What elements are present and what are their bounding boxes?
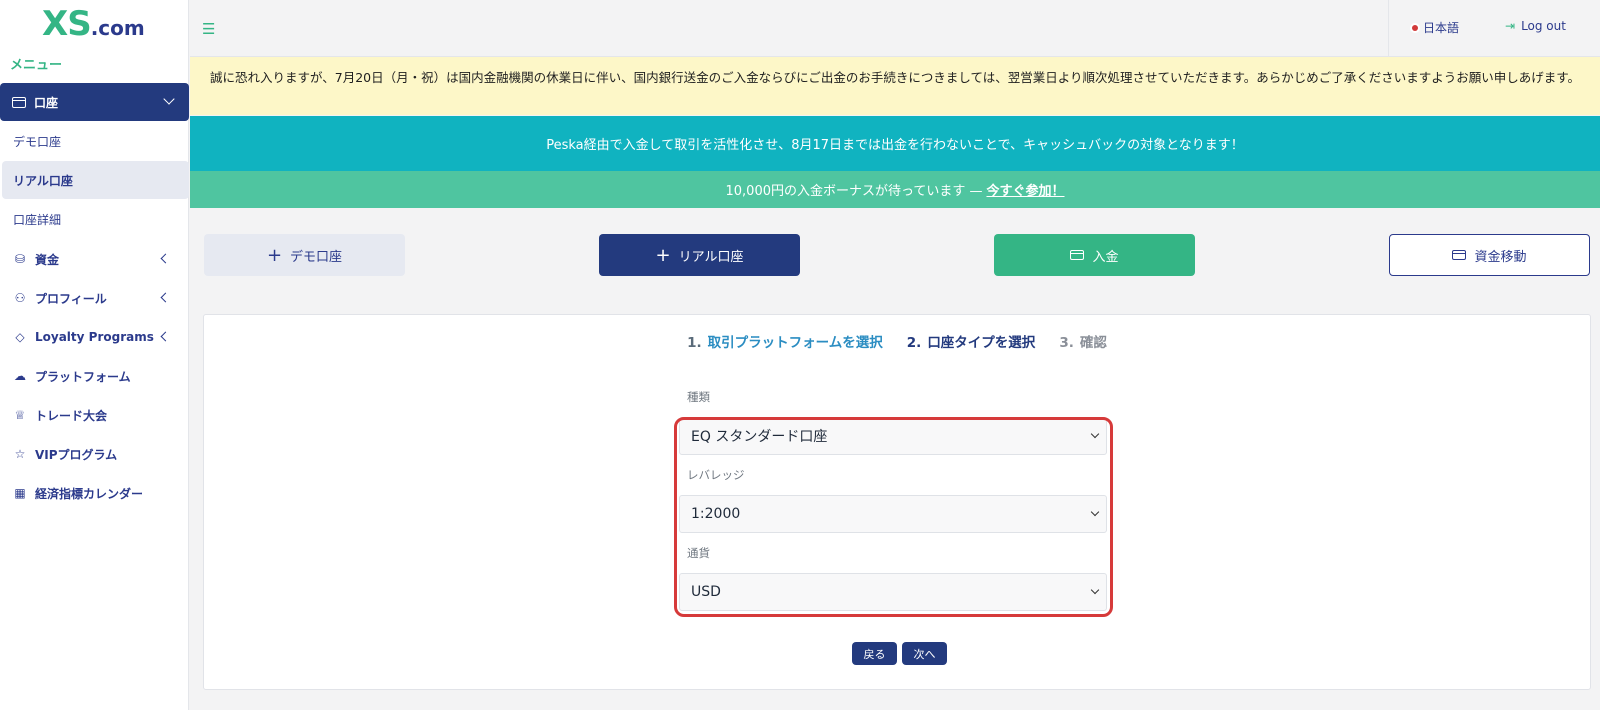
step-number: 1. — [687, 335, 702, 351]
sidebar-item-label: 経済指標カレンダー — [35, 486, 144, 501]
transfer-funds-button[interactable]: 資金移動 — [1389, 234, 1590, 276]
step-number: 3. — [1059, 335, 1074, 351]
button-label: デモ口座 — [290, 249, 343, 265]
button-label: 入金 — [1092, 249, 1119, 265]
step-number: 2. — [906, 335, 922, 351]
sidebar-item-loyalty[interactable]: ◇ Loyalty Programs — [0, 318, 189, 356]
bonus-banner-text: 10,000円の入金ボーナスが待っています — — [725, 184, 983, 199]
step-label: 確認 — [1079, 335, 1107, 351]
sidebar-item-label: VIPプログラム — [35, 447, 118, 462]
chevron-left-icon — [160, 292, 171, 303]
star-icon: ☆ — [14, 447, 26, 461]
highlight-box — [674, 417, 1113, 617]
open-real-account-button[interactable]: + リアル口座 — [599, 234, 800, 276]
credit-card-icon — [1070, 250, 1085, 260]
cashback-banner: Peska経由で入金して取引を活性化させ、8月17日までは出金を行わないことで、… — [190, 116, 1600, 171]
sidebar-item-label: Loyalty Programs — [35, 330, 154, 344]
sidebar-item-platform[interactable]: ☁ プラットフォーム — [0, 357, 189, 395]
plus-icon: + — [655, 244, 671, 266]
wallet-icon — [12, 96, 26, 108]
sidebar-item-label: 口座 — [34, 95, 59, 110]
calendar-icon: ▦ — [14, 486, 26, 500]
button-label: 資金移動 — [1474, 249, 1527, 265]
logo[interactable]: XS .com — [42, 4, 145, 44]
step-confirm: 3. 確認 — [1059, 331, 1107, 351]
sidebar-item-profile[interactable]: ⚇ プロフィール — [0, 279, 189, 317]
header-divider — [1388, 0, 1389, 57]
step-select-platform[interactable]: 1. 取引プラットフォームを選択 — [687, 331, 883, 351]
menu-label: メニュー — [10, 58, 63, 73]
trophy-icon: ♕ — [14, 408, 26, 422]
sidebar-item-funds[interactable]: ⛁ 資金 — [0, 240, 189, 278]
language-selector[interactable]: 日本語 — [1412, 19, 1459, 36]
language-label: 日本語 — [1423, 21, 1460, 35]
hamburger-menu-icon[interactable]: ☰ — [202, 20, 215, 38]
credit-card-icon — [1452, 250, 1467, 260]
back-button[interactable]: 戻る — [852, 642, 897, 665]
coins-icon: ⛁ — [14, 252, 26, 266]
logout-label: Log out — [1521, 19, 1566, 33]
chevron-down-icon — [163, 93, 175, 105]
top-header: ☰ 日本語 ⇥ Log out — [190, 0, 1600, 57]
step-select-account-type: 2. 口座タイプを選択 — [907, 331, 1036, 351]
join-now-link[interactable]: 今すぐ参加！ — [986, 180, 1064, 199]
cloud-download-icon: ☁ — [14, 369, 26, 383]
logout-button[interactable]: ⇥ Log out — [1505, 19, 1566, 33]
sidebar-item-label: プロフィール — [35, 291, 107, 306]
sidebar-subitem-demo[interactable]: デモ口座 — [0, 122, 189, 160]
chevron-left-icon — [160, 253, 171, 264]
button-label: リアル口座 — [678, 249, 744, 265]
step-label: 口座タイプを選択 — [927, 335, 1036, 351]
holiday-notice: 誠に恐れ入りますが、7月20日（月・祝）は国内金融機関の休業日に伴い、国内銀行送… — [190, 57, 1600, 115]
sidebar-subitem-details[interactable]: 口座詳細 — [0, 200, 189, 238]
chevron-left-icon — [160, 331, 171, 342]
user-icon: ⚇ — [14, 291, 26, 305]
sidebar-item-label: プラットフォーム — [35, 369, 131, 384]
sidebar-item-label: トレード大会 — [35, 408, 108, 423]
step-label: 取引プラットフォームを選択 — [707, 335, 883, 351]
logo-suffix: .com — [90, 16, 145, 40]
logout-icon: ⇥ — [1505, 19, 1516, 33]
wizard-steps: 1. 取引プラットフォームを選択 2. 口座タイプを選択 3. 確認 — [204, 331, 1590, 351]
sidebar-item-label: 資金 — [35, 252, 60, 267]
account-type-label: 種類 — [687, 390, 710, 404]
account-wizard-panel: 1. 取引プラットフォームを選択 2. 口座タイプを選択 3. 確認 種類 EQ スタ… — [203, 314, 1591, 690]
deposit-button[interactable]: 入金 — [994, 234, 1195, 276]
sidebar-item-contest[interactable]: ♕ トレード大会 — [0, 396, 189, 434]
japan-flag-icon — [1412, 24, 1418, 31]
next-button[interactable]: 次へ — [902, 642, 947, 665]
sidebar-subitem-real[interactable]: リアル口座 — [2, 161, 189, 199]
diamond-icon: ◇ — [15, 330, 25, 344]
sidebar-item-account[interactable]: 口座 — [0, 83, 189, 121]
plus-icon: + — [266, 244, 283, 266]
bonus-banner: 10,000円の入金ボーナスが待っています — 今すぐ参加！ — [190, 171, 1600, 208]
sidebar: XS .com メニュー 口座 デモ口座 リアル口座 口座詳細 ⛁ 資金 ⚇ プ… — [0, 0, 189, 710]
open-demo-account-button[interactable]: + デモ口座 — [204, 234, 405, 276]
logo-main: XS — [42, 4, 92, 44]
sidebar-item-vip[interactable]: ☆ VIPプログラム — [0, 435, 189, 473]
sidebar-item-calendar[interactable]: ▦ 経済指標カレンダー — [0, 474, 189, 512]
